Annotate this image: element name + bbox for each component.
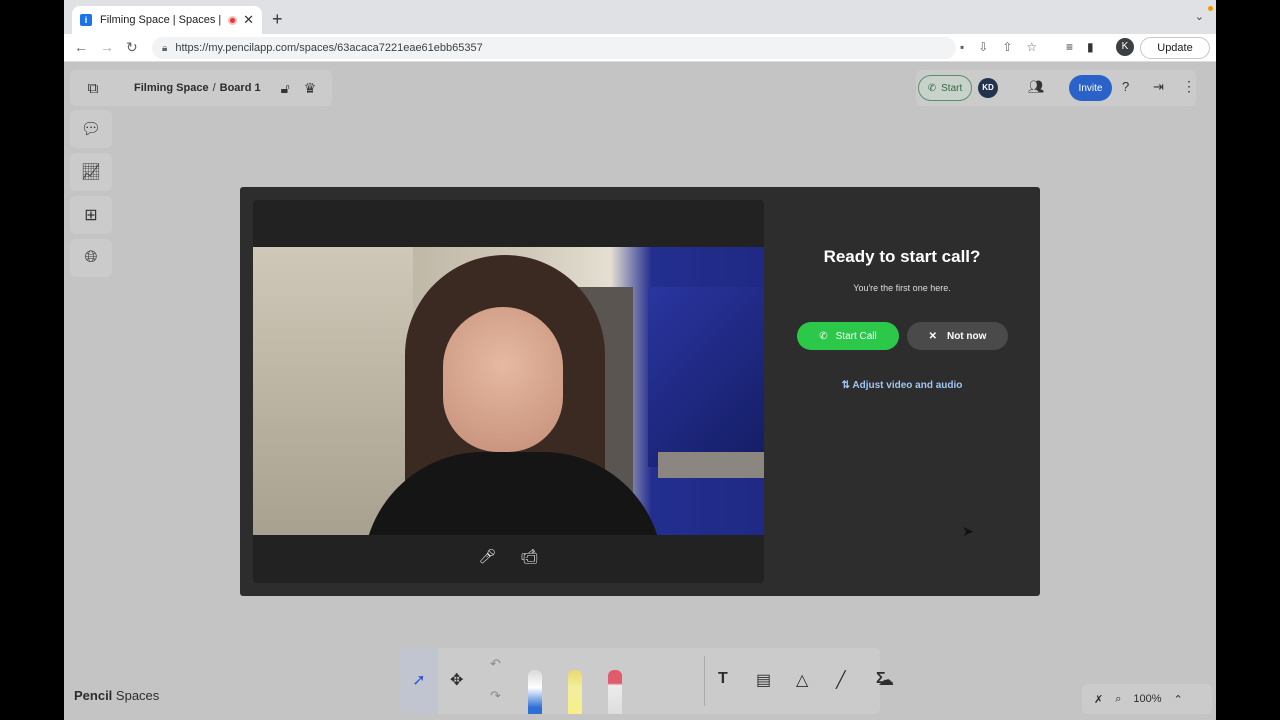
highlighter-tool-icon[interactable] [568, 670, 582, 714]
more-options-icon[interactable]: ⋮ [1182, 78, 1196, 95]
side-panel-icon[interactable]: ▮ [1087, 40, 1094, 54]
not-now-button[interactable]: ✕ Not now [907, 322, 1008, 350]
user-avatar[interactable]: KD [978, 78, 998, 98]
line-tool-icon[interactable]: ╱ [836, 670, 846, 690]
reading-list-icon[interactable]: ≡ [1066, 40, 1073, 54]
pan-tool-icon[interactable]: ✥ [450, 670, 463, 690]
close-icon: ✕ [928, 330, 937, 342]
recording-icon [228, 15, 238, 25]
update-button[interactable]: Update [1140, 37, 1210, 59]
zoom-controls: ✗ ⌕ 100% ⌃ [1082, 684, 1212, 714]
invite-button[interactable]: Invite [1069, 75, 1112, 101]
microphone-icon[interactable]: 🎤︎ [477, 545, 499, 567]
select-tool-icon[interactable]: ➚ [400, 648, 438, 714]
shapes-icon[interactable]: △ [796, 670, 808, 690]
call-actions: ✆ Start Call ✕ Not now [797, 322, 1008, 350]
board-name[interactable]: Board 1 [220, 82, 261, 94]
video-camera-icon[interactable]: 📹︎ [519, 545, 541, 567]
screen: i Filming Space | Spaces | Pe ✕ + ⌄ ← → … [64, 0, 1216, 720]
drawing-toolbar: ➚ ✥ ↶ ↷ T ▤ △ ╱ Σ [400, 648, 886, 714]
analytics-icon[interactable]: 📈︎ [70, 153, 112, 191]
undo-icon[interactable]: ↶ [490, 656, 501, 672]
start-call-button[interactable]: ✆ Start Call [797, 322, 899, 350]
profile-avatar[interactable]: K [1116, 38, 1134, 56]
mouse-cursor-icon: ➤ [962, 523, 974, 539]
apps-icon[interactable]: ⊞ [70, 196, 112, 234]
bookmark-star-icon[interactable]: ☆ [1026, 40, 1037, 54]
zoom-level[interactable]: 100% [1133, 693, 1161, 705]
chevron-up-icon[interactable]: ⌃ [1174, 693, 1183, 706]
text-tool-icon[interactable]: T [718, 670, 728, 688]
app-header-left: ⧉ Filming Space / Board 1 🔓︎ ♛ [70, 70, 332, 106]
new-tab-icon[interactable]: + [272, 9, 283, 30]
forward-icon[interactable]: → [100, 39, 114, 55]
brand-logo: Pencil Spaces [74, 688, 160, 703]
browser-tab[interactable]: i Filming Space | Spaces | Pe ✕ [72, 6, 262, 34]
camera-preview [253, 247, 764, 535]
adjust-video-audio-link[interactable]: ⇅ Adjust video and audio [764, 380, 1040, 391]
zoom-icon[interactable]: ⌕ [1115, 693, 1121, 706]
ready-subtitle: You're the first one here. [853, 283, 951, 293]
close-tab-icon[interactable]: ✕ [243, 12, 254, 28]
reload-icon[interactable]: ↻ [126, 39, 138, 56]
ready-title: Ready to start call? [823, 247, 981, 266]
url-text: https://my.pencilapp.com/spaces/63acaca7… [175, 42, 483, 54]
extension-icons: ≡ ▮ [1066, 40, 1094, 54]
camera-controls: 🎤︎ 📹︎ [253, 545, 764, 575]
app-header-right: ✆ Start KD 👥︎ Invite ? ⇥ ⋮ [916, 70, 1196, 106]
browser-toolbar: ← → ↻ 🔒︎ https://my.pencilapp.com/spaces… [64, 34, 1216, 62]
left-sidebar: 💬︎ 📈︎ ⊞ 🌐︎ [70, 110, 114, 282]
start-call-pill[interactable]: ✆ Start [918, 75, 972, 101]
address-bar[interactable]: 🔒︎ https://my.pencilapp.com/spaces/63aca… [152, 37, 956, 59]
help-icon[interactable]: ? [1122, 79, 1129, 94]
back-icon[interactable]: ← [74, 39, 88, 55]
omnibox-actions: ▪ ⇩ ⇧ ☆ [960, 40, 1037, 54]
lock-board-icon[interactable]: 🔓︎ [281, 80, 290, 97]
phone-icon: ✆ [927, 82, 937, 94]
pencil-favicon-icon: i [80, 14, 92, 26]
redo-icon[interactable]: ↷ [490, 688, 501, 704]
chat-icon[interactable]: 💬︎ [70, 110, 112, 148]
browser-tabbar: i Filming Space | Spaces | Pe ✕ + ⌄ [64, 0, 1216, 34]
participants-icon[interactable]: 👥︎ [1028, 79, 1045, 95]
sticky-note-icon[interactable]: ▤ [756, 670, 771, 690]
boards-library-icon[interactable]: ⧉ [70, 80, 116, 97]
pen-tool-icon[interactable] [528, 670, 542, 714]
camera-preview-panel: 🎤︎ 📹︎ [253, 200, 764, 583]
phone-icon: ✆ [819, 330, 828, 342]
globe-icon[interactable]: 🌐︎ [70, 239, 112, 277]
eraser-tool-icon[interactable] [608, 670, 622, 714]
share-icon[interactable]: ⇧ [1002, 40, 1012, 54]
sliders-icon: ⇅ [841, 380, 850, 391]
exit-icon[interactable]: ⇥ [1153, 79, 1164, 95]
upload-cloud-icon[interactable]: ☁ [878, 670, 894, 690]
crown-icon[interactable]: ♛ [304, 80, 317, 97]
space-name[interactable]: Filming Space [134, 82, 209, 94]
tab-search-icon[interactable]: ⌄ [1195, 10, 1204, 23]
lock-icon: 🔒︎ [162, 42, 168, 54]
notification-dot [1208, 6, 1213, 11]
laser-pointer-icon[interactable]: ✗ [1094, 693, 1103, 706]
ready-panel: Ready to start call? You're the first on… [764, 247, 1040, 293]
install-icon[interactable]: ⇩ [978, 40, 988, 54]
call-modal: 🎤︎ 📹︎ Ready to start call? You're the fi… [240, 187, 1040, 596]
tab-title: Filming Space | Spaces | Pe [100, 14, 222, 26]
camera-icon[interactable]: ▪ [960, 40, 964, 54]
breadcrumb: Filming Space / Board 1 [134, 82, 261, 94]
